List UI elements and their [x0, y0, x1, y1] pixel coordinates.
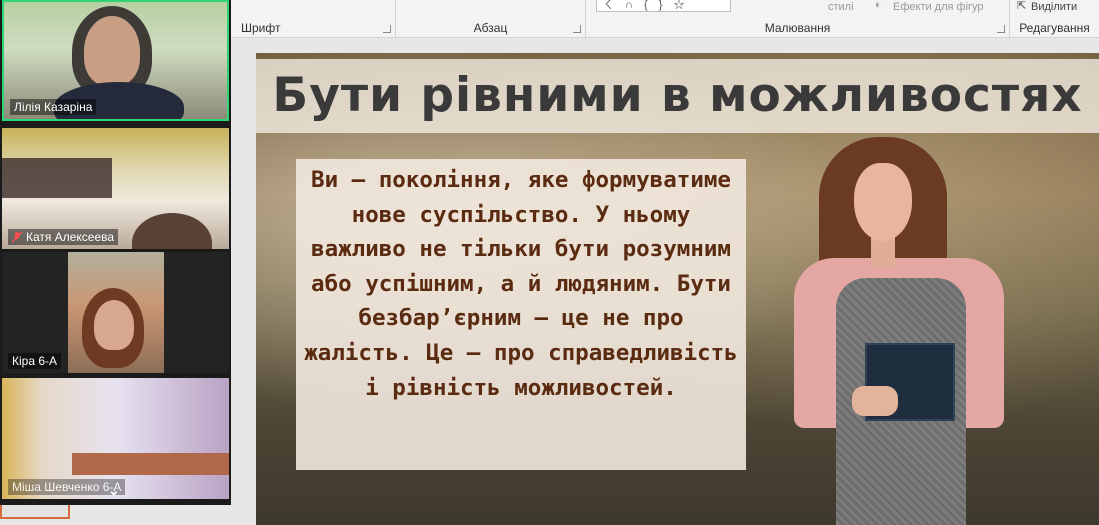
shape-effects-button[interactable]: Ефекти для фігур — [893, 1, 984, 13]
participant-video — [72, 453, 229, 475]
paragraph-group-label: Абзац — [473, 21, 508, 35]
editing-group-label: Редагування — [1019, 21, 1090, 35]
participants-panel: Лілія Казаріна Катя Алексеева Кіра 6-А М… — [0, 0, 231, 505]
chevron-down-icon[interactable]: ⌄ — [108, 482, 120, 499]
drawing-group-label: Малювання — [764, 21, 831, 35]
drawing-dialog-launcher[interactable] — [997, 25, 1005, 33]
slide-thumbnail[interactable] — [0, 505, 70, 519]
participant-face — [94, 300, 134, 350]
cursor-arrow-icon: ⇱ — [1017, 0, 1027, 12]
participant-video — [2, 158, 112, 198]
participant-face — [84, 16, 140, 86]
participant-name: Кіра 6-А — [8, 353, 62, 369]
font-group-label: Шрифт — [241, 21, 281, 35]
woman-neck — [871, 237, 895, 267]
participant-video — [68, 252, 164, 373]
participant-hair — [132, 213, 212, 249]
participant-name: Катя Алексеева — [26, 230, 115, 244]
shapes-gallery[interactable]: ㄑ ∩ { } ☆ — [596, 0, 731, 12]
participant-tile[interactable]: Міша Шевченко 6-А — [2, 378, 229, 499]
participant-tile[interactable]: Катя Алексеева — [2, 128, 229, 249]
woman-hand — [852, 386, 898, 416]
participant-tile[interactable]: Кіра 6-А — [2, 252, 229, 373]
paragraph-group: Абзац — [396, 0, 586, 38]
participant-name: Лілія Казаріна — [10, 99, 97, 115]
paragraph-dialog-launcher[interactable] — [573, 25, 581, 33]
shape-effects-icon: ◐ — [875, 0, 882, 11]
quick-styles-button[interactable]: стилі — [828, 1, 854, 13]
app-window: Шрифт Абзац Малювання Редагування ㄑ ∩ { … — [0, 0, 1099, 525]
participant-tile[interactable]: Лілія Казаріна — [2, 0, 229, 121]
slide-title[interactable]: Бути рівними в можливостях — [256, 59, 1099, 133]
slide-body-text[interactable]: Ви — покоління, яке формуватиме нове сус… — [296, 163, 746, 405]
select-button[interactable]: Виділити — [1031, 1, 1077, 13]
participant-name-row: Катя Алексеева — [8, 229, 119, 245]
font-group: Шрифт — [231, 0, 396, 38]
woman-face — [854, 163, 912, 241]
slide-canvas[interactable]: Бути рівними в можливостях Ви — поколінн… — [256, 53, 1099, 525]
font-dialog-launcher[interactable] — [383, 25, 391, 33]
mic-muted-icon — [12, 232, 22, 242]
